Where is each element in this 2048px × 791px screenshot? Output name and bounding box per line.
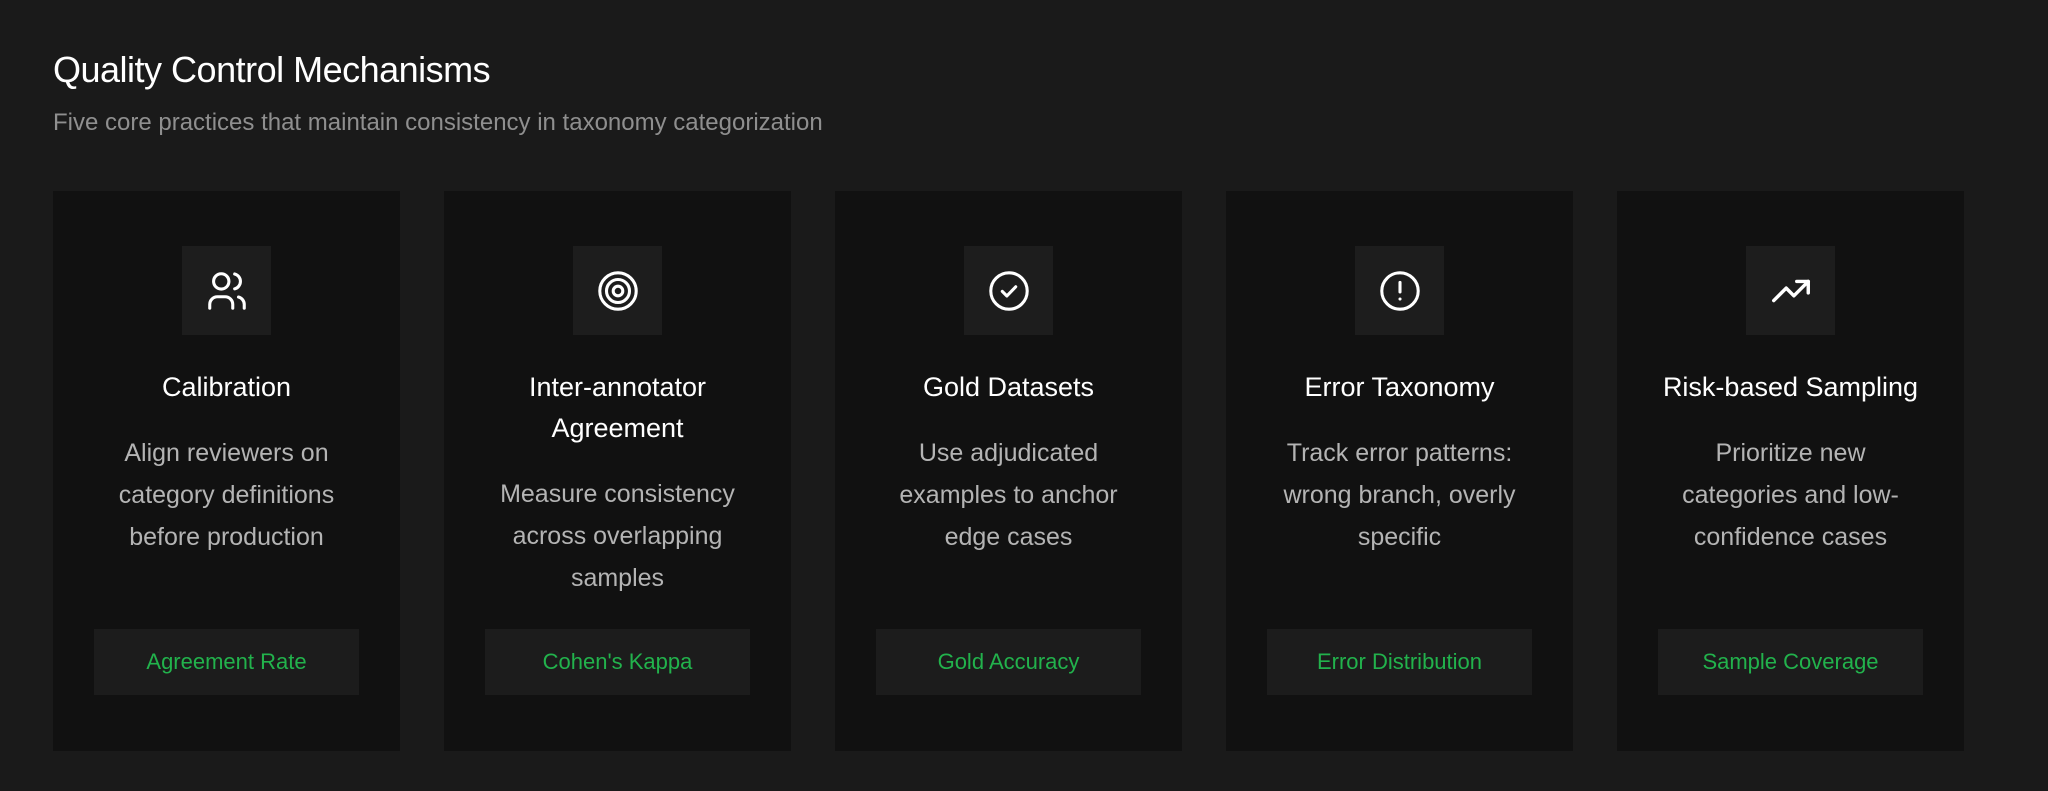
alert-circle-icon: [1379, 270, 1420, 311]
target-icon: [597, 270, 638, 311]
card-title: Risk-based Sampling: [1662, 372, 1919, 402]
trending-up-icon: [1771, 279, 1810, 302]
users-icon: [207, 271, 246, 310]
metric-badge: Agreement Rate: [94, 629, 359, 695]
card-title: Inter-annotator Agreement: [528, 372, 707, 443]
card-icon-box: [1746, 246, 1835, 335]
card-error-taxonomy: Error Taxonomy Track error patterns: wro…: [1226, 191, 1573, 751]
page-subtitle: Five core practices that maintain consis…: [53, 109, 823, 136]
metric-badge: Sample Coverage: [1658, 629, 1923, 695]
check-circle-icon: [988, 270, 1029, 311]
metric-badge: Cohen's Kappa: [485, 629, 750, 695]
card-title: Error Taxonomy: [1304, 372, 1495, 402]
card-risk-based-sampling: Risk-based Sampling Prioritize new categ…: [1617, 191, 1964, 751]
card-description: Measure consistency across overlapping s…: [500, 480, 735, 592]
page: Quality Control Mechanisms Five core pra…: [0, 0, 2048, 791]
card-gold-datasets: Gold Datasets Use adjudicated examples t…: [835, 191, 1182, 751]
mechanism-cards: Calibration Align reviewers on category …: [53, 191, 1964, 751]
card-title: Calibration: [161, 372, 292, 402]
card-description: Use adjudicated examples to anchor edge …: [899, 439, 1118, 551]
card-calibration: Calibration Align reviewers on category …: [53, 191, 400, 751]
card-icon-box: [1355, 246, 1444, 335]
card-inter-annotator-agreement: Inter-annotator Agreement Measure consis…: [444, 191, 791, 751]
card-description: Track error patterns: wrong branch, over…: [1283, 439, 1516, 551]
card-icon-box: [182, 246, 271, 335]
card-icon-box: [573, 246, 662, 335]
card-title: Gold Datasets: [922, 372, 1095, 402]
metric-badge: Error Distribution: [1267, 629, 1532, 695]
card-icon-box: [964, 246, 1053, 335]
card-description: Align reviewers on category definitions …: [118, 439, 335, 551]
page-title: Quality Control Mechanisms: [53, 49, 491, 90]
metric-badge: Gold Accuracy: [876, 629, 1141, 695]
card-description: Prioritize new categories and low-confid…: [1682, 439, 1899, 551]
